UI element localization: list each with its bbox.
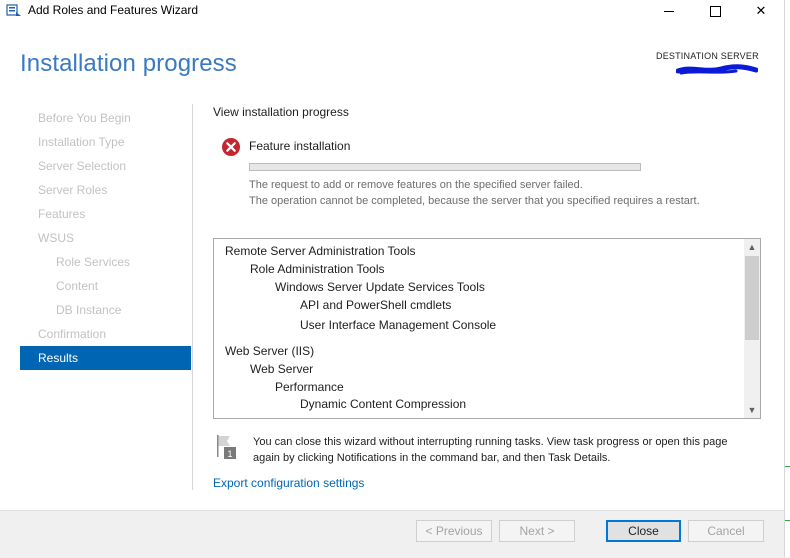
maximize-button[interactable] <box>692 0 738 22</box>
nav-step-before-you-begin[interactable]: Before You Begin <box>20 106 191 130</box>
feature-list-item: Dynamic Content Compression <box>300 397 467 411</box>
server-manager-icon <box>6 4 21 16</box>
destination-server-label: DESTINATION SERVER <box>656 51 759 61</box>
nav-step-features[interactable]: Features <box>20 202 191 226</box>
feature-list-item: Web Server <box>250 362 314 376</box>
wizard-steps-nav: Before You Begin Installation Type Server … <box>20 106 191 370</box>
error-icon <box>222 138 240 156</box>
nav-divider <box>192 104 193 490</box>
nav-step-db-instance[interactable]: DB Instance <box>20 298 191 322</box>
feature-list-item: Role Administration Tools <box>250 262 385 276</box>
nav-step-role-services[interactable]: Role Services <box>20 250 191 274</box>
close-wizard-note: You can close this wizard without interr… <box>253 436 728 464</box>
feature-list-item: User Interface Management Console <box>300 318 497 332</box>
export-configuration-link[interactable]: Export configuration settings <box>213 476 364 490</box>
features-list[interactable]: ▲ ▼ Remote Server Administration Tools Ro… <box>213 238 761 419</box>
page-title: Installation progress <box>20 50 237 77</box>
features-list-scrollbar[interactable]: ▲ ▼ <box>744 239 760 418</box>
installation-progress-bar <box>249 163 641 171</box>
background-divider <box>785 466 790 467</box>
scroll-down-icon[interactable]: ▼ <box>744 402 760 418</box>
background-window-edge <box>785 0 790 557</box>
minimize-button[interactable] <box>646 0 692 22</box>
minimize-icon <box>664 10 674 12</box>
title-bar: Add Roles and Features Wizard ✕ <box>0 0 784 22</box>
nav-step-wsus[interactable]: WSUS <box>20 226 191 250</box>
section-heading: View installation progress <box>213 105 349 119</box>
nav-step-server-roles[interactable]: Server Roles <box>20 178 191 202</box>
feature-list-item: API and PowerShell cmdlets <box>300 298 452 312</box>
close-window-button[interactable]: ✕ <box>738 0 784 22</box>
notification-badge: 1 <box>227 449 232 459</box>
close-button[interactable]: Close <box>606 520 681 542</box>
notification-flag-icon: 1 <box>217 435 236 459</box>
error-message-line-1: The request to add or remove features on… <box>249 179 583 191</box>
feature-installation-label: Feature installation <box>249 139 351 153</box>
nav-step-server-selection[interactable]: Server Selection <box>20 154 191 178</box>
maximize-icon <box>709 5 721 17</box>
error-message-line-2: The operation cannot be completed, becau… <box>249 195 700 207</box>
nav-step-content[interactable]: Content <box>20 274 191 298</box>
window-title: Add Roles and Features Wizard <box>28 3 199 17</box>
feature-list-item: Windows Server Update Services Tools <box>275 280 485 294</box>
nav-step-confirmation[interactable]: Confirmation <box>20 322 191 346</box>
feature-list-item: Performance <box>275 380 344 394</box>
cancel-button[interactable]: Cancel <box>688 520 764 542</box>
nav-step-results[interactable]: Results <box>20 346 191 370</box>
previous-button[interactable]: < Previous <box>416 520 492 542</box>
redaction-mark <box>676 64 758 75</box>
background-divider <box>785 520 790 521</box>
next-button[interactable]: Next > <box>499 520 575 542</box>
feature-list-item: Web Server (IIS) <box>225 344 315 358</box>
scroll-up-icon[interactable]: ▲ <box>744 239 760 255</box>
close-icon: ✕ <box>755 3 767 18</box>
scroll-thumb[interactable] <box>745 256 759 340</box>
wizard-window: Add Roles and Features Wizard ✕ Installa… <box>0 0 785 558</box>
nav-step-installation-type[interactable]: Installation Type <box>20 130 191 154</box>
feature-list-item: Remote Server Administration Tools <box>225 244 416 258</box>
